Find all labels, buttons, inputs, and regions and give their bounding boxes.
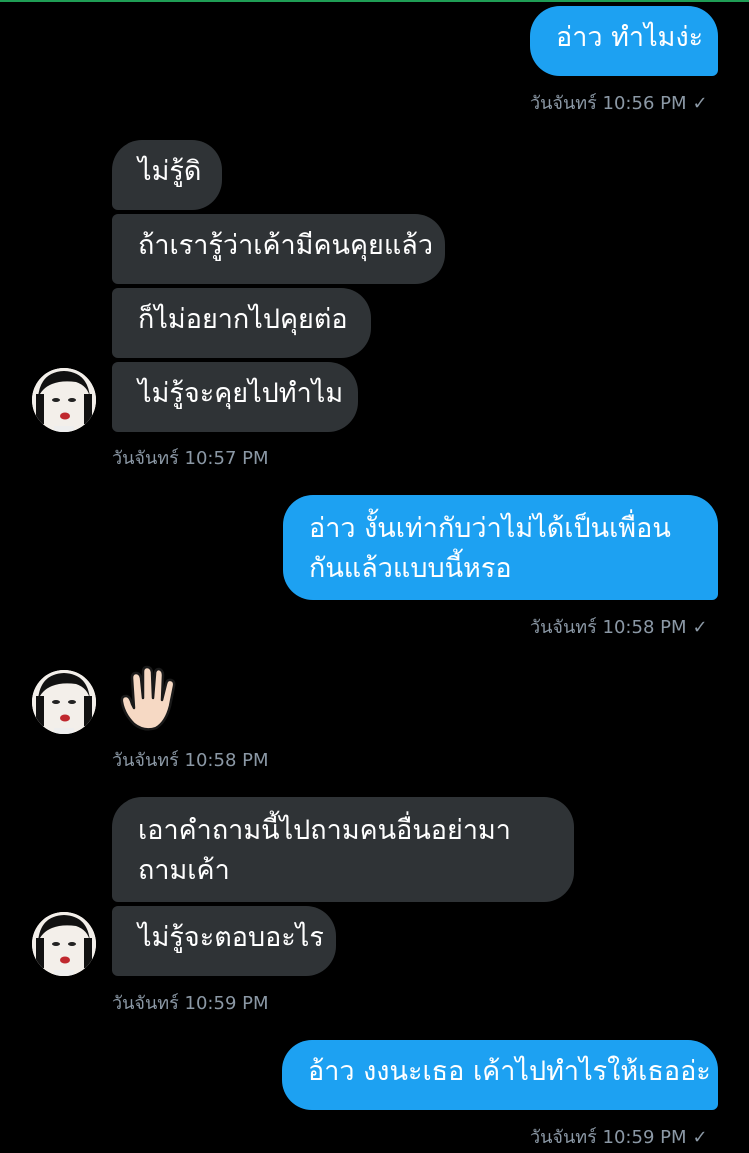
avatar-face-icon <box>32 368 96 432</box>
incoming-message[interactable]: ถ้าเรารู้ว่าเค้ามีคนคุยแล้ว <box>112 214 445 284</box>
message-timestamp: วันจันทร์ 10:59 PM <box>112 988 269 1017</box>
timestamp-text: วันจันทร์ 10:59 PM <box>530 1127 687 1148</box>
top-accent-line <box>0 0 749 2</box>
timestamp-text: วันจันทร์ 10:57 PM <box>112 448 269 469</box>
sender-avatar[interactable] <box>32 368 96 432</box>
message-timestamp: วันจันทร์ 10:56 PM ✓ <box>530 88 708 117</box>
sent-check-icon: ✓ <box>692 1127 708 1148</box>
message-timestamp: วันจันทร์ 10:57 PM <box>112 443 269 472</box>
outgoing-message[interactable]: อ่าว ทำไมง่ะ <box>530 6 718 76</box>
timestamp-text: วันจันทร์ 10:58 PM <box>112 750 269 771</box>
timestamp-text: วันจันทร์ 10:56 PM <box>530 93 687 114</box>
incoming-message[interactable]: ไม่รู้ดิ <box>112 140 222 210</box>
avatar-face-icon <box>32 912 96 976</box>
timestamp-text: วันจันทร์ 10:59 PM <box>112 993 269 1014</box>
sender-avatar[interactable] <box>32 670 96 734</box>
raised-hand-icon <box>120 665 176 731</box>
outgoing-message[interactable]: อ้าว งงนะเธอ เค้าไปทำไรให้เธออ่ะ <box>282 1040 718 1110</box>
hand-emoji-message[interactable]: 🖐🏻 <box>114 664 184 746</box>
incoming-message[interactable]: ก็ไม่อยากไปคุยต่อ <box>112 288 371 358</box>
sent-check-icon: ✓ <box>692 617 708 638</box>
avatar-face-icon <box>32 670 96 734</box>
incoming-message[interactable]: เอาคำถามนี้ไปถามคนอื่นอย่ามาถามเค้า <box>112 797 574 902</box>
message-timestamp: วันจันทร์ 10:59 PM ✓ <box>530 1122 708 1151</box>
timestamp-text: วันจันทร์ 10:58 PM <box>530 617 687 638</box>
incoming-message[interactable]: ไม่รู้จะตอบอะไร <box>112 906 336 976</box>
sent-check-icon: ✓ <box>692 93 708 114</box>
sender-avatar[interactable] <box>32 912 96 976</box>
message-timestamp: วันจันทร์ 10:58 PM ✓ <box>530 612 708 641</box>
message-timestamp: วันจันทร์ 10:58 PM <box>112 745 269 774</box>
incoming-message[interactable]: ไม่รู้จะคุยไปทำไม <box>112 362 358 432</box>
outgoing-message[interactable]: อ่าว งั้นเท่ากับว่าไม่ได้เป็นเพื่อนกันแล… <box>283 495 718 600</box>
